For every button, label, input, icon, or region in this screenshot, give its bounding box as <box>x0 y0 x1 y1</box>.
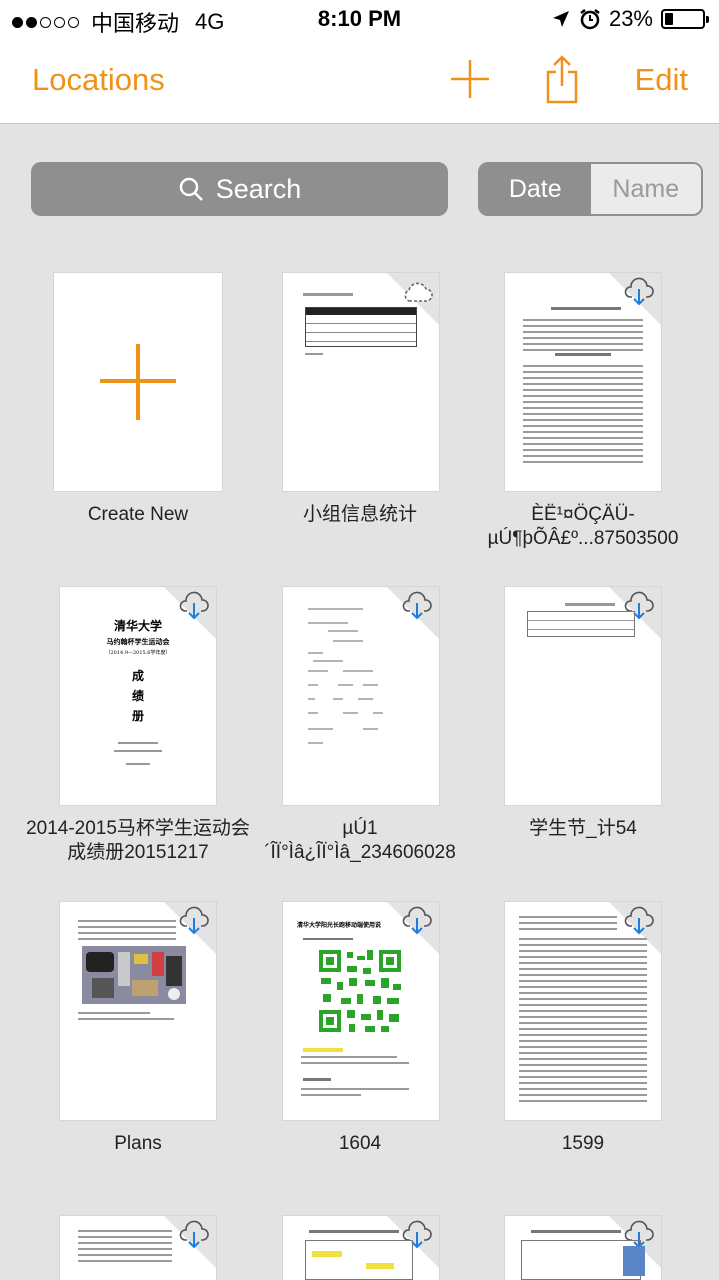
location-arrow-icon <box>552 11 569 27</box>
cloud-download-icon <box>624 906 654 935</box>
document-title: 学生节_计54 <box>529 818 637 839</box>
document-title: 2014-2015马杯学生运动会成绩册20151217 <box>26 818 250 863</box>
navigation-bar: Locations Edit <box>0 40 719 124</box>
share-icon[interactable] <box>544 54 580 104</box>
locations-back-button[interactable]: Locations <box>32 62 165 98</box>
search-placeholder: Search <box>215 173 302 204</box>
document-title: ÈË¹¤ÖÇÄÜ-µÚ¶þÕÂ£º...87503500 <box>487 504 679 549</box>
cover-period: （2014.9—2015.6学年度） <box>105 650 171 656</box>
create-new-tile[interactable] <box>54 273 222 491</box>
document-title: 小组信息统计 <box>302 504 417 525</box>
cloud-download-icon <box>179 906 209 935</box>
plus-icon <box>100 344 176 420</box>
search-icon <box>179 177 203 201</box>
status-bar: 中国移动 4G 8:10 PM 23% <box>0 0 719 40</box>
document-thumbnail[interactable] <box>283 1216 439 1280</box>
document-title: 1604 <box>338 1133 382 1154</box>
battery-percent: 23% <box>608 6 653 31</box>
document-thumbnail[interactable] <box>283 273 439 491</box>
qr-code-image <box>317 948 403 1034</box>
document-thumbnail[interactable] <box>283 587 439 805</box>
sort-name-button[interactable]: Name <box>590 164 701 214</box>
cloud-icon <box>404 282 433 302</box>
cloud-download-icon <box>402 591 432 620</box>
document-thumbnail[interactable] <box>505 902 661 1120</box>
document-thumbnail[interactable] <box>505 587 661 805</box>
alarm-clock-icon <box>580 9 600 30</box>
cover-subtitle: 马约翰杯学生运动会 <box>106 637 170 646</box>
document-title: µÚ1´ÎÏ°Ìâ¿ÎÏ°Ìâ_234606028 <box>264 818 456 863</box>
document-thumbnail[interactable]: 清华大学阳光长跑移动端使用说 <box>283 902 439 1120</box>
add-icon[interactable] <box>449 58 491 100</box>
document-title: 1599 <box>561 1133 605 1154</box>
search-field[interactable]: Search <box>31 162 448 216</box>
cloud-download-icon <box>179 1220 209 1249</box>
sort-date-button[interactable]: Date <box>480 164 591 214</box>
document-thumbnail[interactable] <box>60 902 216 1120</box>
document-title: Plans <box>114 1133 162 1154</box>
document-thumbnail[interactable] <box>505 1216 661 1280</box>
document-thumbnail[interactable]: 清华大学 马约翰杯学生运动会 （2014.9—2015.6学年度） 成 绩 册 <box>60 587 216 805</box>
document-title: Create New <box>87 504 189 525</box>
cloud-download-icon <box>624 277 654 306</box>
edit-button[interactable]: Edit <box>635 62 688 98</box>
battery-icon <box>661 9 709 29</box>
cover-title: 清华大学 <box>113 619 162 633</box>
doc-heading: 清华大学阳光长跑移动端使用说 <box>297 923 382 929</box>
document-thumbnail[interactable] <box>60 1216 216 1280</box>
photo-image <box>82 946 186 1004</box>
document-thumbnail[interactable] <box>505 273 661 491</box>
sort-segmented-control: Date Name <box>478 162 703 216</box>
